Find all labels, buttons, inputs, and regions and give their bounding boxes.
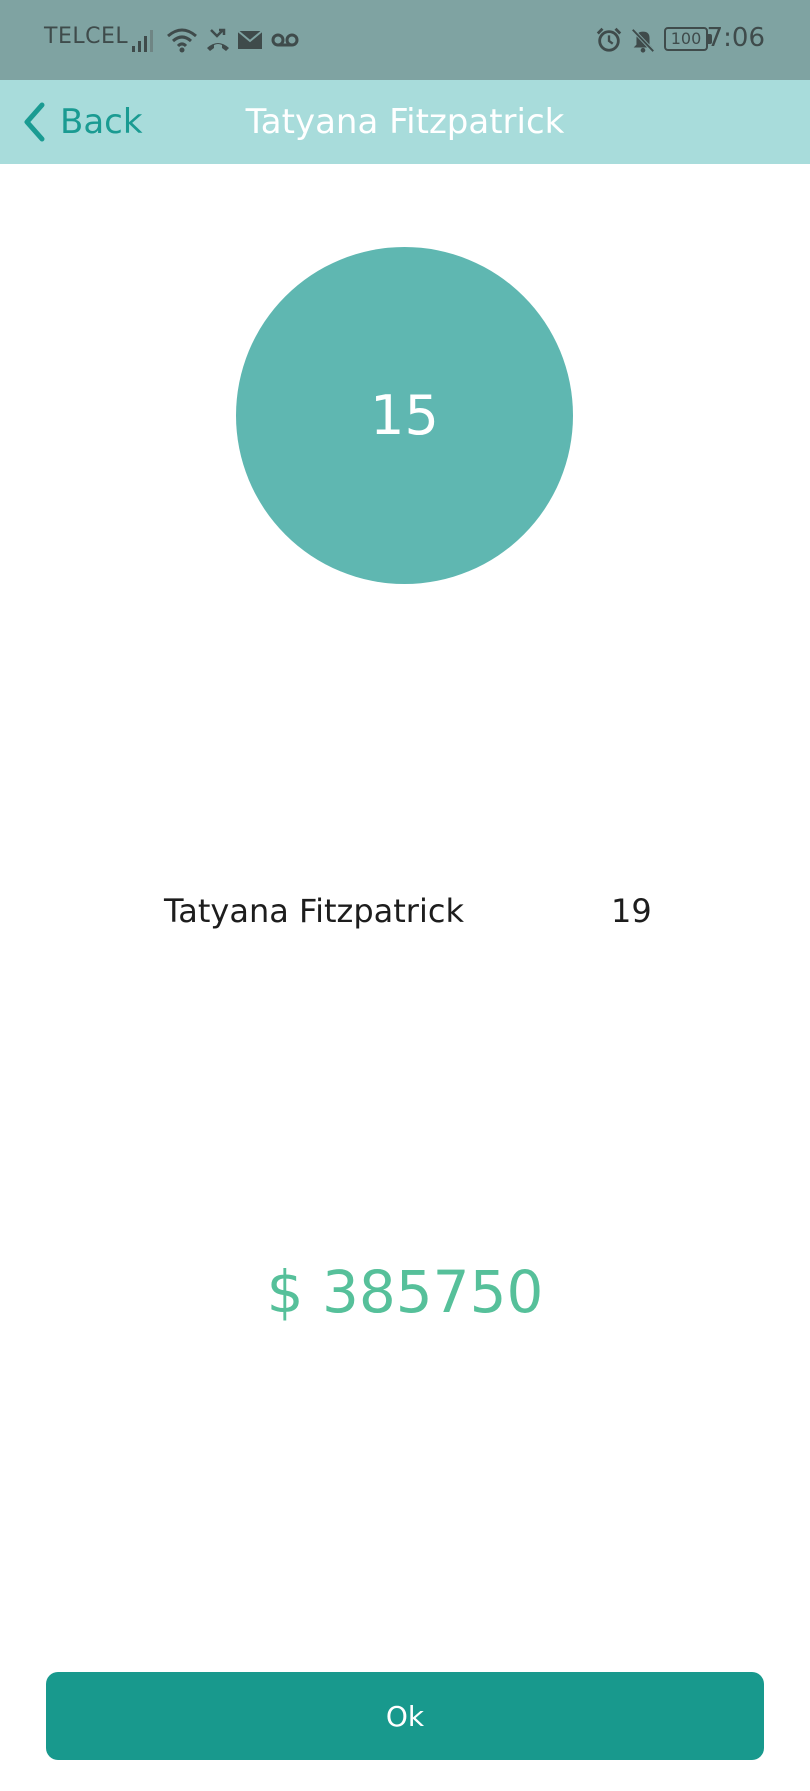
clock: 7:06	[706, 23, 765, 53]
back-label: Back	[60, 102, 143, 142]
battery-icon: 100	[664, 27, 708, 51]
wifi-icon	[167, 28, 197, 53]
count-value: 15	[370, 384, 439, 447]
signal-icon	[132, 30, 153, 52]
voicemail-icon	[271, 33, 299, 47]
battery-level: 100	[670, 29, 702, 48]
ok-button[interactable]: Ok	[46, 1672, 764, 1760]
player-row: Tatyana Fitzpatrick 19	[0, 888, 810, 938]
ok-label: Ok	[385, 1699, 425, 1733]
mail-icon	[237, 30, 263, 49]
amount-total: $ 385750	[266, 1258, 544, 1326]
mute-icon	[631, 28, 655, 53]
screen: TELCEL 100 7:06 Tatyana Fitzpatrick Back…	[0, 0, 810, 1791]
chevron-left-icon	[24, 102, 45, 142]
alarm-icon	[596, 27, 622, 52]
count-circle: 15	[236, 247, 573, 584]
nav-bar: Tatyana Fitzpatrick Back	[0, 80, 810, 164]
carrier-label: TELCEL	[44, 24, 129, 49]
status-bar: TELCEL 100 7:06	[0, 0, 810, 80]
back-button[interactable]: Back	[22, 96, 143, 148]
player-value: 19	[611, 892, 652, 930]
missed-call-icon	[207, 28, 229, 51]
player-name: Tatyana Fitzpatrick	[164, 892, 464, 930]
